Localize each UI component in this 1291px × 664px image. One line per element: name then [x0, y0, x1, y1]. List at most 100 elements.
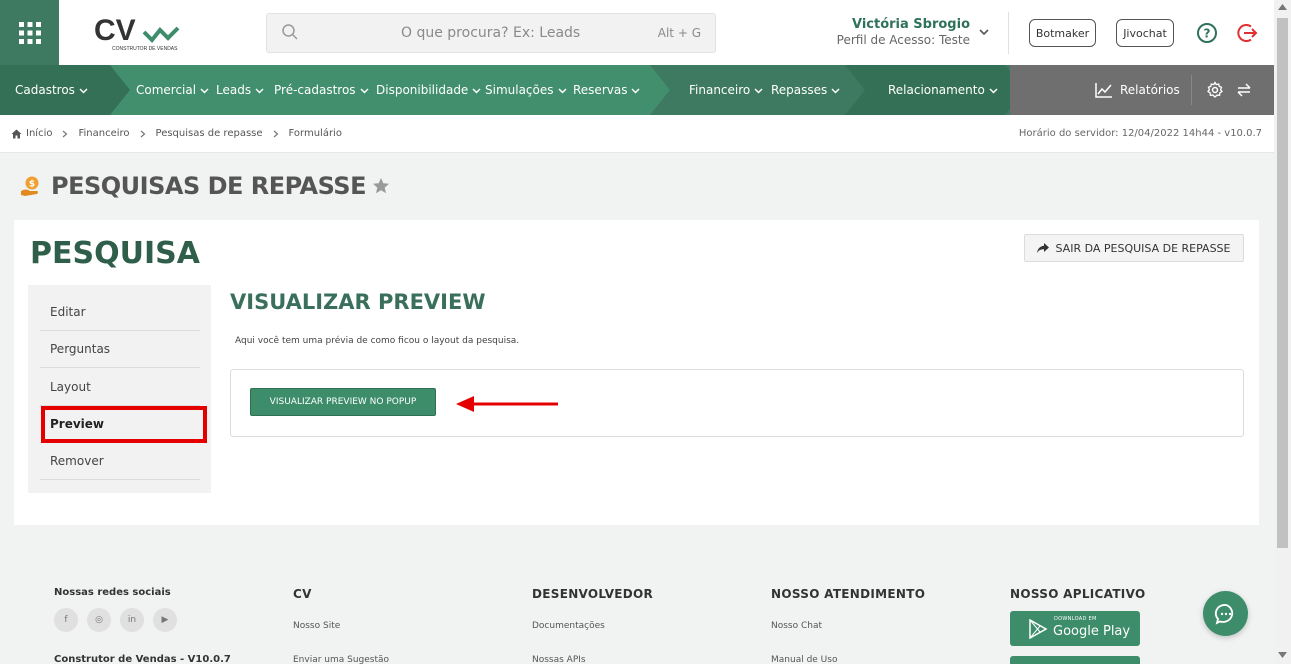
section-title: VISUALIZAR PREVIEW: [230, 290, 486, 314]
breadcrumb: Início Financeiro Pesquisas de repasse F…: [0, 115, 1274, 153]
highlight-box: [41, 406, 207, 443]
nav-item-pre-cadastros[interactable]: Pré-cadastros: [274, 65, 369, 115]
page-title-row: $ PESQUISAS DE REPASSE: [19, 172, 390, 200]
share-arrow-icon: [1037, 243, 1050, 253]
header-divider: [1008, 12, 1009, 54]
breadcrumb-financeiro[interactable]: Financeiro: [78, 128, 129, 139]
svg-text:$: $: [29, 180, 35, 190]
nav-item-leads[interactable]: Leads: [216, 65, 264, 115]
search-shortcut: Alt + G: [657, 26, 701, 40]
scrollbar-thumb[interactable]: [1277, 18, 1288, 548]
google-play-label: Google Play: [1053, 624, 1131, 639]
footer-cv-title: CV: [293, 587, 312, 601]
main-nav: Cadastros Comercial Leads Pré-cadastros …: [0, 65, 1274, 115]
search-icon: [282, 24, 298, 40]
nav-item-comercial[interactable]: Comercial: [136, 65, 209, 115]
nav-item-reservas[interactable]: Reservas: [573, 65, 640, 115]
linkedin-icon[interactable]: in: [120, 608, 144, 632]
survey-card: PESQUISA SAIR DA PESQUISA DE REPASSE Edi…: [14, 220, 1259, 525]
youtube-icon[interactable]: ▶: [153, 608, 177, 632]
red-arrow-icon: [456, 396, 558, 412]
card-title: PESQUISA: [30, 236, 200, 271]
section-description: Aqui você tem uma prévia de como ficou o…: [235, 336, 520, 346]
side-menu: Editar Perguntas Layout Preview Remover: [28, 285, 211, 493]
chat-button[interactable]: [1203, 591, 1248, 636]
nav-item-financeiro[interactable]: Financeiro: [689, 65, 763, 115]
chevron-down-icon: [631, 87, 640, 94]
server-time: Horário do servidor: 12/04/2022 14h44 - …: [1018, 128, 1262, 139]
exit-survey-button[interactable]: SAIR DA PESQUISA DE REPASSE: [1024, 234, 1244, 262]
side-item-remover[interactable]: Remover: [40, 443, 200, 480]
scroll-down-icon[interactable]: [1278, 652, 1287, 658]
user-profile: Perfil de Acesso: Teste: [836, 33, 970, 47]
footer-version: Construtor de Vendas - V10.0.7: [54, 654, 231, 664]
footer-support-title: NOSSO ATENDIMENTO: [771, 587, 926, 601]
chevron-down-icon: [989, 87, 998, 94]
instagram-icon[interactable]: ◎: [87, 608, 111, 632]
top-header: CV CONSTRUTOR DE VENDAS O que procura? E…: [0, 0, 1274, 65]
nav-item-label: Relacionamento: [888, 83, 985, 97]
nav-item-relatorios[interactable]: Relatórios: [1095, 65, 1180, 115]
nav-item-label: Pré-cadastros: [274, 83, 356, 97]
nav-divider: [1191, 75, 1192, 105]
nav-item-repasses[interactable]: Repasses: [771, 65, 840, 115]
footer-link-site[interactable]: Nosso Site: [293, 621, 340, 631]
grid-icon: [18, 21, 41, 44]
apps-menu-button[interactable]: [0, 0, 59, 65]
google-play-button[interactable]: DOWNLOAD EM Google Play: [1010, 611, 1140, 646]
chat-bubble-icon: [1214, 603, 1233, 625]
google-play-small: DOWNLOAD EM: [1054, 616, 1097, 622]
side-item-editar[interactable]: Editar: [40, 294, 200, 331]
nav-item-cadastros[interactable]: Cadastros: [15, 65, 88, 115]
jivochat-button[interactable]: Jivochat: [1116, 19, 1174, 47]
chevron-down-icon: [255, 87, 264, 94]
nav-item-label: Simulações: [485, 83, 554, 97]
gear-icon[interactable]: [1206, 81, 1224, 99]
footer-link-chat[interactable]: Nosso Chat: [771, 621, 822, 631]
chevron-down-icon: [472, 87, 481, 94]
footer-link-docs[interactable]: Documentações: [532, 621, 605, 631]
user-name: Victória Sbrogio: [851, 17, 970, 32]
chevron-down-icon[interactable]: [978, 26, 990, 38]
cv-logo[interactable]: CV CONSTRUTOR DE VENDAS: [92, 14, 187, 54]
search-input[interactable]: O que procura? Ex: Leads Alt + G: [266, 13, 716, 53]
scroll-up-icon[interactable]: [1278, 4, 1287, 10]
breadcrumb-pesquisas[interactable]: Pesquisas de repasse: [156, 128, 263, 139]
breadcrumb-inicio[interactable]: Início: [26, 128, 52, 139]
footer-link-suggestion[interactable]: Enviar uma Sugestão: [293, 655, 389, 664]
chevron-down-icon: [754, 87, 763, 94]
footer-link-manual[interactable]: Manual de Uso: [771, 655, 837, 664]
nav-item-label: Financeiro: [689, 83, 751, 97]
footer-link-apis[interactable]: Nossas APIs: [532, 655, 586, 664]
preview-popup-button[interactable]: VISUALIZAR PREVIEW NO POPUP: [250, 388, 436, 416]
swap-icon[interactable]: [1236, 82, 1252, 98]
nav-item-label: Reservas: [573, 83, 628, 97]
help-icon[interactable]: ?: [1196, 22, 1218, 44]
side-item-perguntas[interactable]: Perguntas: [40, 331, 200, 368]
nav-item-disponibilidade[interactable]: Disponibilidade: [376, 65, 481, 115]
search-placeholder: O que procura? Ex: Leads: [401, 25, 581, 41]
svg-text:?: ?: [1204, 27, 1211, 41]
nav-item-relacionamento[interactable]: Relacionamento: [888, 65, 998, 115]
chevron-right-icon: [273, 130, 278, 137]
nav-item-simulacoes[interactable]: Simulações: [485, 65, 567, 115]
logout-icon[interactable]: [1237, 22, 1259, 44]
chevron-down-icon: [557, 87, 567, 94]
chevron-down-icon: [360, 87, 369, 94]
logo-subtext: CONSTRUTOR DE VENDAS: [112, 46, 178, 52]
chart-icon: [1095, 83, 1112, 98]
chevron-down-icon: [831, 87, 840, 94]
nav-item-label: Repasses: [771, 83, 828, 97]
play-store-icon: [1029, 619, 1048, 639]
app-store-button[interactable]: [1010, 656, 1140, 664]
money-hand-icon: $: [21, 176, 39, 196]
nav-item-label: Relatórios: [1120, 83, 1180, 97]
side-item-layout[interactable]: Layout: [40, 369, 200, 406]
user-menu[interactable]: Victória Sbrogio Perfil de Acesso: Teste: [837, 17, 970, 47]
logo-text: CV: [94, 14, 136, 47]
botmaker-button[interactable]: Botmaker: [1029, 19, 1096, 47]
star-icon[interactable]: [372, 177, 390, 195]
facebook-icon[interactable]: f: [54, 608, 78, 632]
scrollbar[interactable]: [1274, 0, 1291, 664]
nav-item-label: Disponibilidade: [376, 83, 469, 97]
